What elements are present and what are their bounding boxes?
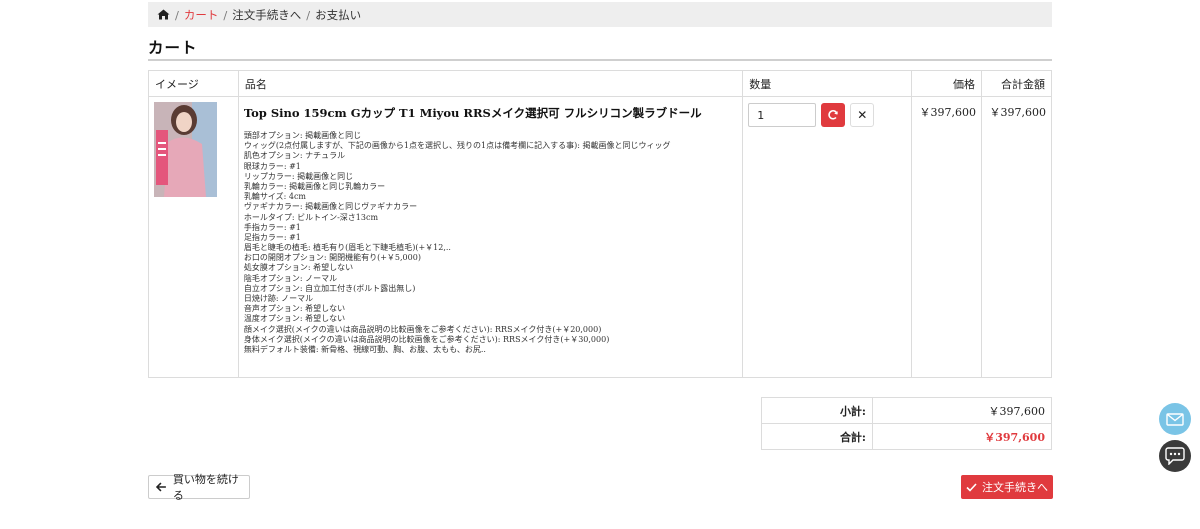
quantity-controls: ✕: [748, 103, 906, 127]
continue-shopping-label: 買い物を続ける: [172, 473, 239, 502]
product-name[interactable]: Top Sino 159cm Gカップ T1 Miyou RRSメイク選択可 フ…: [244, 105, 737, 121]
chat-icon: [1165, 447, 1185, 465]
option-line: ホールタイプ: ビルトイン-深さ13cm: [243, 212, 379, 222]
continue-shopping-button[interactable]: 買い物を続ける: [148, 473, 250, 502]
line-total: ￥397,600: [980, 96, 1053, 378]
header-total: 合計金額: [980, 70, 1053, 97]
subtotal-label: 小計:: [761, 397, 873, 424]
quantity-input[interactable]: [748, 103, 817, 127]
header-price: 価格: [911, 70, 982, 97]
option-line: ヴァギナカラー: 掲載画像と同じヴァギナカラー: [243, 202, 418, 212]
product-image-cell: [148, 96, 239, 378]
remove-item-button[interactable]: ✕: [850, 103, 875, 127]
breadcrumb-separator: /: [306, 7, 311, 22]
option-line: 自立オプション: 自立加工付き(ボルト露出無し): [243, 283, 416, 293]
option-line: 乳輪サイズ: 4cm: [243, 192, 307, 202]
close-icon: ✕: [857, 108, 868, 122]
option-line: 音声オプション: 希望しない: [243, 304, 346, 314]
header-image: イメージ: [148, 70, 239, 97]
subtotal-value: ￥397,600: [872, 397, 1052, 424]
unit-price: ￥397,600: [911, 96, 982, 378]
product-options: 頭部オプション: 掲載画像と同じ ウィッグ(2点付属しますが、下記の画像から1点…: [244, 131, 737, 355]
option-line: リップカラー: 掲載画像と同じ: [243, 171, 354, 181]
header-qty: 数量: [742, 70, 913, 97]
header-name: 品名: [237, 70, 744, 97]
contact-mail-button[interactable]: [1159, 403, 1191, 435]
checkout-label: 注文手続きへ: [982, 481, 1048, 494]
checkout-button[interactable]: 注文手続きへ: [961, 475, 1053, 499]
table-row: Top Sino 159cm Gカップ T1 Miyou RRSメイク選択可 フ…: [148, 96, 1053, 378]
grand-total-value: ￥397,600: [872, 423, 1052, 450]
home-icon[interactable]: [157, 9, 170, 20]
breadcrumb-separator: /: [223, 7, 228, 22]
option-line: 処女膜オプション: 希望しない: [243, 263, 354, 273]
update-quantity-button[interactable]: [821, 103, 846, 127]
option-line: 日焼け跡: ノーマル: [243, 294, 314, 303]
option-line: 身体メイク選択(メイクの違いは商品説明の比較画像をご参考ください): RRSメイ…: [243, 334, 610, 344]
cart-header-row: イメージ 品名 数量 価格 合計金額: [148, 70, 1053, 97]
option-line: 温度オプション: 希望しない: [243, 314, 346, 324]
option-line: 眉毛と睫毛の植毛: 植毛有り(眉毛と下睫毛植毛)(+￥12,..: [243, 243, 451, 253]
title-divider: [148, 59, 1052, 61]
arrow-left-icon: [156, 482, 166, 492]
option-line: 肌色オプション: ナチュラル: [243, 151, 346, 161]
grand-total-row: 合計: ￥397,600: [761, 423, 1052, 450]
option-line: お口の開閉オプション: 開閉機能有り(+￥5,000): [243, 253, 421, 263]
option-line: 頭部オプション: 掲載画像と同じ: [243, 131, 362, 140]
option-line: 陰毛オプション: ノーマル: [243, 273, 338, 283]
quantity-cell: ✕: [742, 96, 913, 378]
breadcrumb-item-cart[interactable]: カート: [184, 7, 219, 23]
page-title: カート: [148, 38, 198, 57]
grand-total-label: 合計:: [761, 423, 873, 450]
check-icon: [966, 482, 977, 492]
option-line: 顔メイク選択(メイクの違いは商品説明の比較画像をご参考ください): RRSメイク…: [243, 324, 602, 334]
option-line: 無料デフォルト装備: 新骨格、視線可動、胸、お腹、太もも、お尻..: [243, 344, 486, 354]
breadcrumb-item-checkout[interactable]: 注文手続きへ: [232, 7, 301, 23]
totals-table: 小計: ￥397,600 合計: ￥397,600: [761, 397, 1052, 450]
option-line: 足指カラー: #1: [243, 232, 301, 242]
product-thumbnail[interactable]: [154, 102, 217, 197]
chat-button[interactable]: [1159, 440, 1191, 472]
option-line: 手指カラー: #1: [243, 222, 301, 232]
option-line: 眼球カラー: #1: [243, 161, 301, 171]
breadcrumb: / カート / 注文手続きへ / お支払い: [148, 2, 1052, 27]
cart-table: イメージ 品名 数量 価格 合計金額 Top Sino 159cm Gカップ T…: [148, 70, 1053, 378]
refresh-icon: [828, 110, 839, 120]
breadcrumb-separator: /: [175, 7, 179, 22]
mail-icon: [1166, 412, 1184, 426]
breadcrumb-item-payment[interactable]: お支払い: [315, 7, 361, 23]
option-line: 乳輪カラー: 掲載画像と同じ乳輪カラー: [243, 181, 386, 191]
subtotal-row: 小計: ￥397,600: [761, 397, 1052, 424]
option-line: ウィッグ(2点付属しますが、下記の画像から1点を選択し、残りの1点は備考欄に記入…: [243, 141, 671, 151]
product-info-cell: Top Sino 159cm Gカップ T1 Miyou RRSメイク選択可 フ…: [237, 96, 744, 378]
